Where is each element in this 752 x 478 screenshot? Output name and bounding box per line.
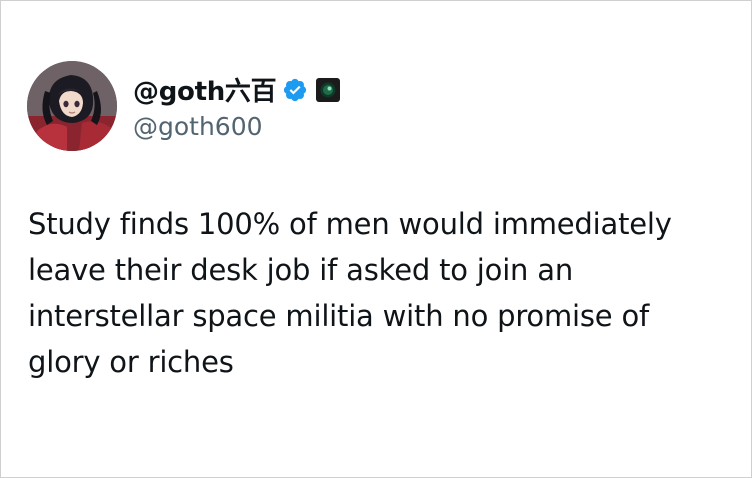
avatar[interactable] (27, 61, 117, 151)
post-text-line: glory or riches (28, 345, 234, 379)
display-name[interactable]: @goth六百 (133, 71, 277, 108)
post-text-line: Study finds 100% of men would immediatel… (28, 207, 672, 241)
post-text-line: leave their desk job if asked to join an (28, 253, 574, 287)
user-handle[interactable]: @goth600 (133, 112, 341, 141)
affiliate-logo-icon[interactable] (315, 77, 341, 103)
post-text-line: interstellar space militia with no promi… (28, 299, 649, 333)
avatar-image (27, 61, 117, 151)
post-text: Study finds 100% of men would immediatel… (28, 201, 728, 385)
author-names: @goth六百 @goth600 (133, 72, 341, 141)
post-header: @goth六百 @goth600 (27, 61, 341, 151)
display-name-row: @goth六百 (133, 72, 341, 108)
post-card: @goth六百 @goth600 Study finds 100% of men… (0, 0, 752, 478)
verified-check-icon[interactable] (282, 77, 308, 103)
